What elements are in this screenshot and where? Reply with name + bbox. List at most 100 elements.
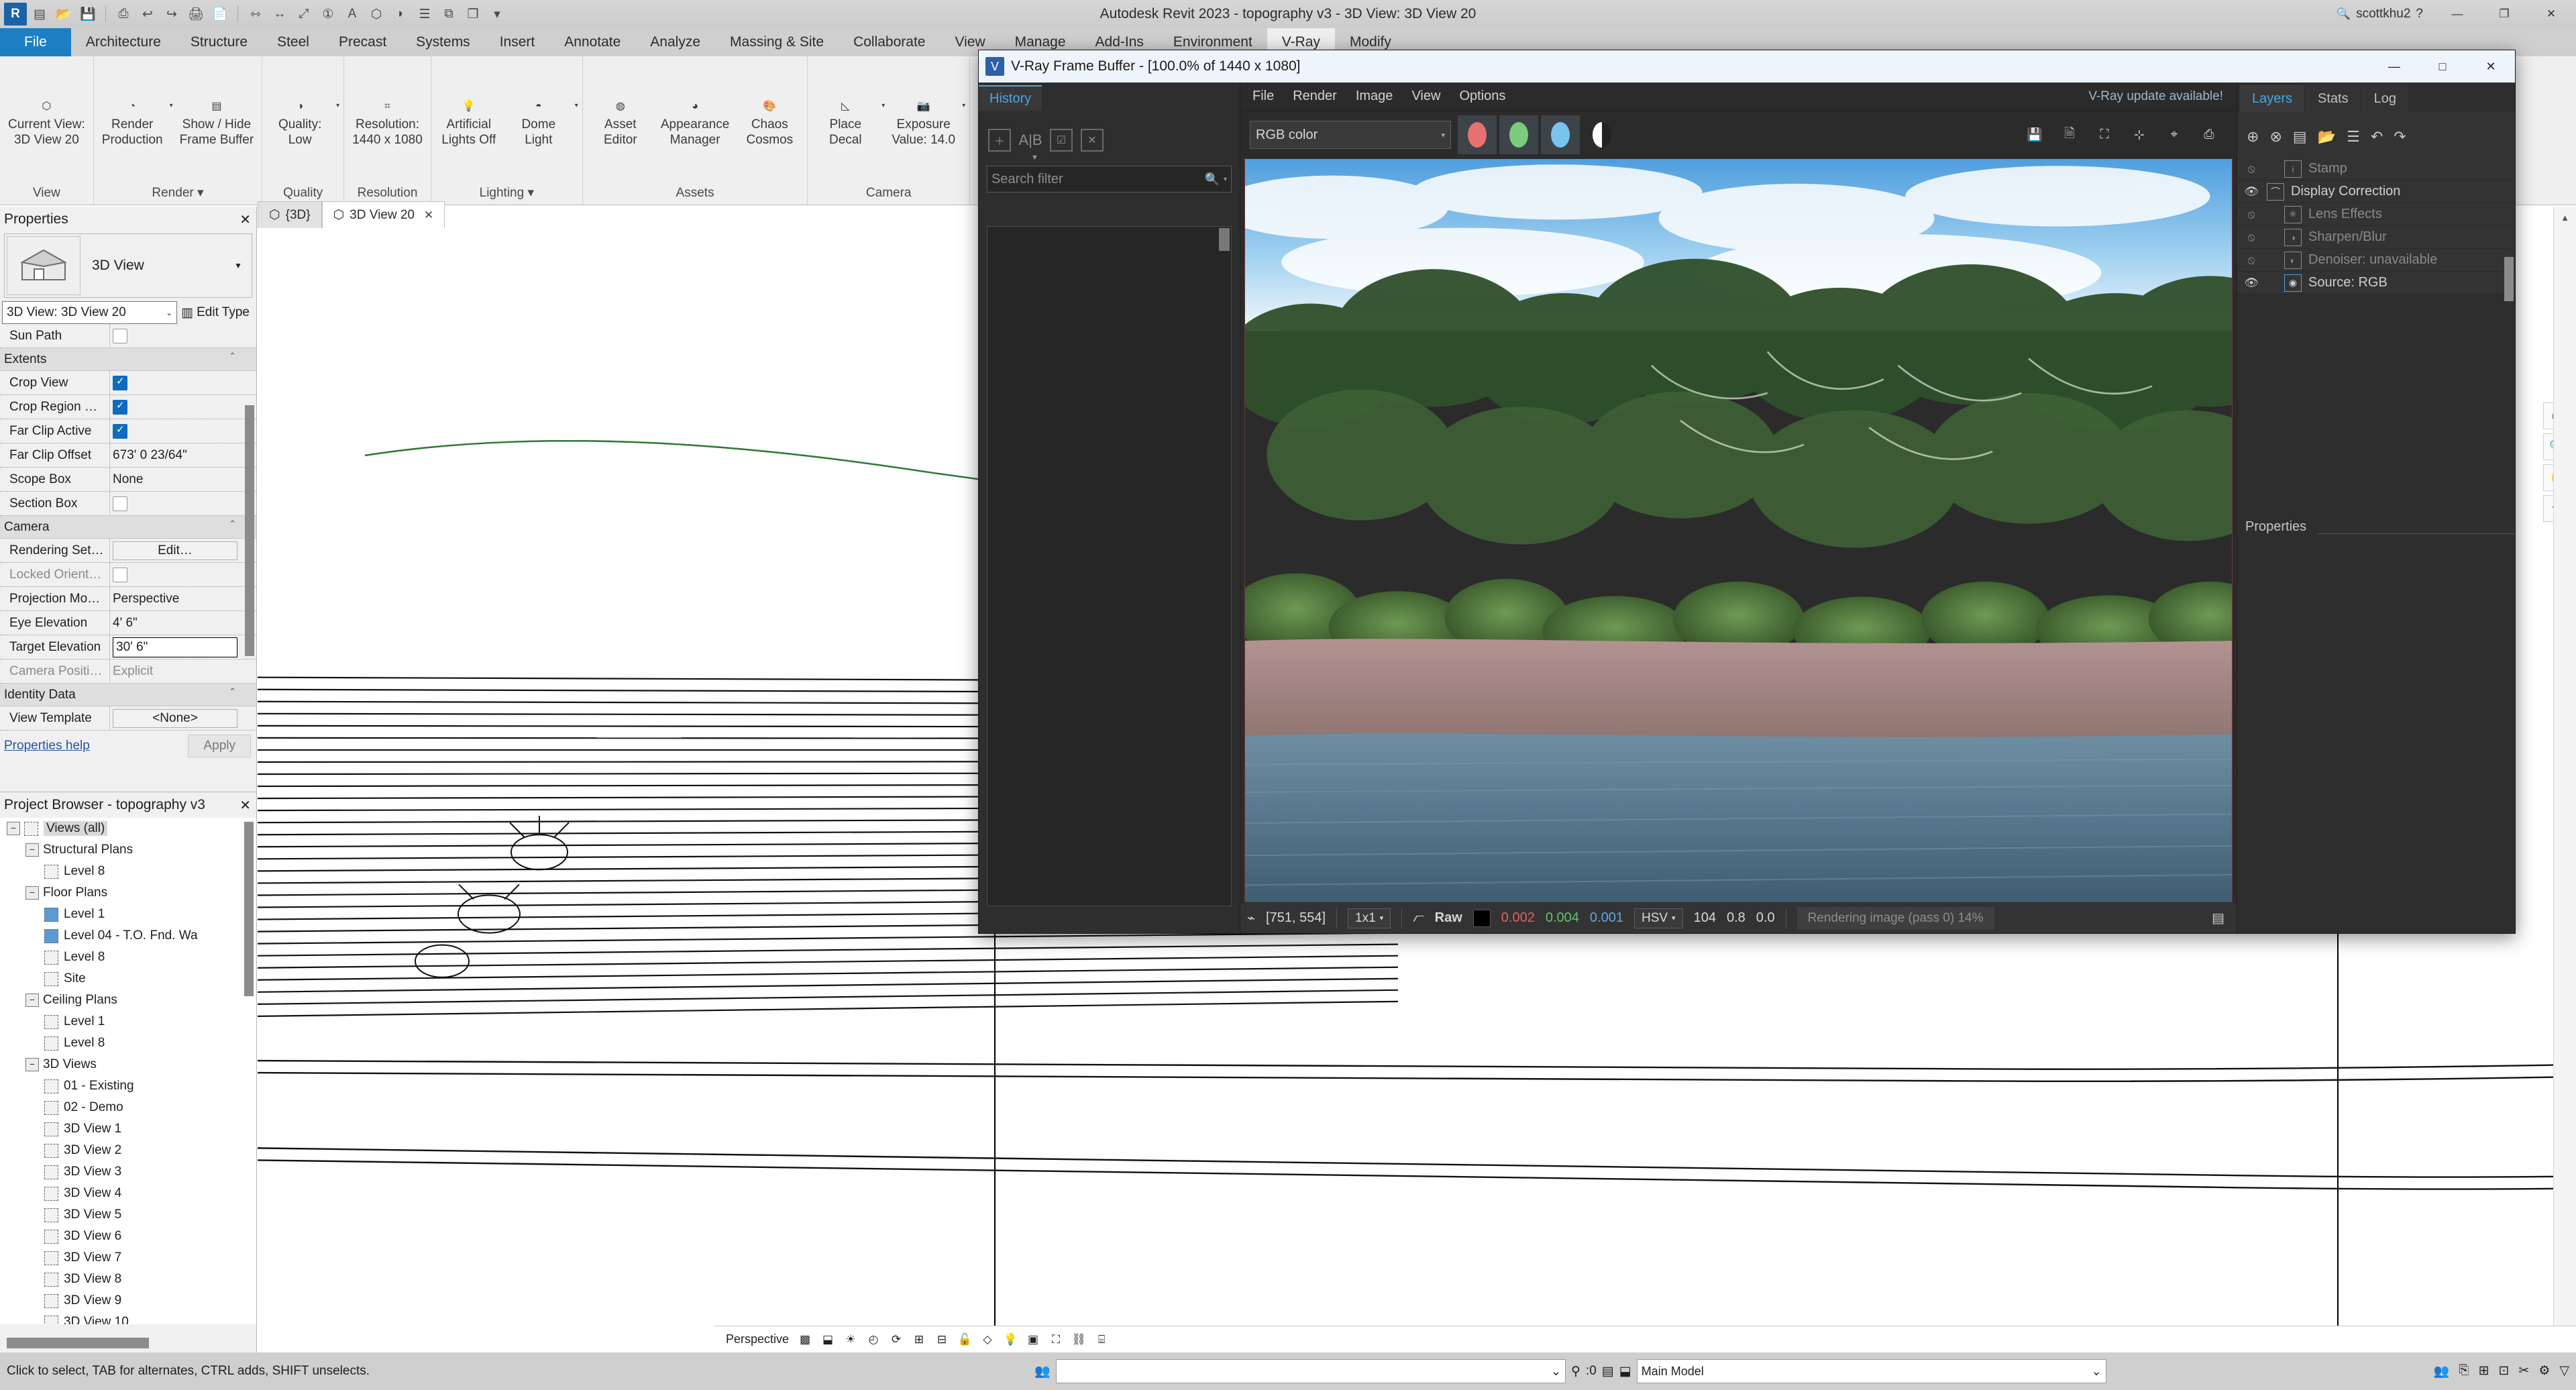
tree-node[interactable]: Level 04 - T.O. Fnd. Wa <box>0 925 256 947</box>
project-tree-scrollbar[interactable] <box>244 822 254 996</box>
properties-scrollbar[interactable] <box>245 405 254 656</box>
project-tree-hscrollbar[interactable] <box>7 1338 149 1348</box>
workset-combo[interactable]: ⌄ <box>1056 1359 1566 1383</box>
tree-node[interactable]: Level 1 <box>0 1011 256 1032</box>
tree-node[interactable]: 3D View 2 <box>0 1140 256 1161</box>
vfb-status-bar[interactable]: ⌁ [751, 554] 1x1 ▾ ⦧ Raw 0.002 0.004 0.0… <box>1240 902 2237 933</box>
project-browser-palette[interactable]: Project Browser - topography v3 ✕ −Views… <box>0 792 257 1355</box>
analytical-model-icon[interactable]: ⛶ <box>1046 1331 1065 1348</box>
tree-node[interactable]: Level 8 <box>0 947 256 968</box>
eye-hidden-icon[interactable]: ⦸ <box>2243 162 2260 176</box>
layer-row[interactable]: ⦸iStamp <box>2237 158 2515 180</box>
section-icon[interactable]: ◗ <box>389 3 412 25</box>
history-list[interactable] <box>987 226 1232 906</box>
property-value[interactable] <box>109 419 256 443</box>
tree-node[interactable]: −Floor Plans <box>0 882 256 904</box>
asset-editor-button[interactable]: ◍Asset Editor <box>586 60 655 150</box>
property-button[interactable]: <None> <box>113 709 237 728</box>
filter-icon[interactable]: ▽ <box>2559 1363 2569 1379</box>
property-value[interactable]: Edit… <box>109 539 256 563</box>
tag-icon[interactable]: ⤢ <box>292 3 315 25</box>
infocenter-search[interactable]: 🔍 scottkhu2 ? <box>2337 7 2423 21</box>
sample-size-selector[interactable]: 1x1 ▾ <box>1348 908 1391 928</box>
eye-hidden-icon[interactable]: ⦸ <box>2243 208 2260 221</box>
checkbox[interactable] <box>113 400 127 415</box>
add-layer-icon[interactable]: ⊕ <box>2247 128 2259 146</box>
color-curve-icon[interactable]: ⦧ <box>1413 910 1424 926</box>
eye-hidden-icon[interactable]: ⦸ <box>2243 231 2260 244</box>
property-value[interactable]: Explicit <box>109 659 256 684</box>
checkbox[interactable] <box>113 424 127 439</box>
save-all-channels-icon[interactable]: 🗎 <box>2058 125 2081 145</box>
tree-node[interactable]: 3D View 5 <box>0 1204 256 1226</box>
temporary-view-properties-icon[interactable]: ▣ <box>1024 1331 1042 1348</box>
open-icon[interactable]: 📂 <box>52 3 75 25</box>
eye-hidden-icon[interactable]: ⦸ <box>2243 254 2260 267</box>
dome-light-button[interactable]: ◓Dome Light <box>504 60 574 150</box>
delete-history-icon[interactable]: ✕ <box>1081 129 1104 152</box>
vfb-menu-bar[interactable]: FileRenderImageViewOptionsV-Ray update a… <box>1240 83 2237 111</box>
rendered-image[interactable] <box>1244 159 2233 902</box>
aligned-dimension-icon[interactable]: ↔ <box>268 3 291 25</box>
property-value[interactable]: Perspective <box>109 587 256 611</box>
search-icon[interactable]: 🔍 <box>1205 172 1220 186</box>
region-render-icon[interactable]: ⛶ <box>2093 125 2116 145</box>
place-decal-button[interactable]: ◺Place Decal <box>810 60 880 150</box>
chevron-down-icon[interactable]: ▼ <box>1031 154 1240 162</box>
text-icon[interactable]: A <box>341 3 364 25</box>
new-project-icon[interactable]: ▤ <box>28 3 51 25</box>
view-control-bar[interactable]: Perspective ▩⬓☀◴⟳⊞⊟🔓◇💡▣⛶⛓⌸ <box>714 1326 2576 1352</box>
scroll-up-arrow[interactable]: ▲ <box>2554 207 2576 228</box>
select-history-icon[interactable]: ☑ <box>1050 129 1073 152</box>
vfb-minimize-button[interactable]: — <box>2370 50 2418 83</box>
ribbon-tab-massing-site[interactable]: Massing & Site <box>715 28 839 56</box>
vfb-menu-render[interactable]: Render <box>1293 89 1337 104</box>
property-value[interactable] <box>109 395 256 419</box>
property-value[interactable]: 30' 6" <box>109 635 256 659</box>
tree-node[interactable]: 3D View 6 <box>0 1226 256 1247</box>
expand-collapse-icon[interactable]: − <box>7 822 20 835</box>
apply-button[interactable]: Apply <box>188 735 251 757</box>
stamp-icon[interactable]: ⎙ <box>2198 125 2220 145</box>
tree-node[interactable]: 3D View 9 <box>0 1290 256 1312</box>
quick-access-toolbar[interactable]: R▤📂💾⎙↩↪🖨📄⇿↔⤢①A⬡◗☰⧉❐▾ <box>0 0 508 28</box>
ribbon-tab-steel[interactable]: Steel <box>262 28 324 56</box>
follow-mouse-icon[interactable]: ⊹ <box>2128 125 2151 145</box>
chevron-down-icon[interactable]: ▾ <box>336 102 339 109</box>
tree-node[interactable]: 01 - Existing <box>0 1075 256 1097</box>
color-space-selector[interactable]: HSV ▾ <box>1634 908 1683 928</box>
measure-icon[interactable]: ⇿ <box>244 3 267 25</box>
checkbox[interactable] <box>113 568 127 582</box>
ribbon-tab-architecture[interactable]: Architecture <box>71 28 176 56</box>
channel-selector[interactable]: RGB color ▾ <box>1250 121 1451 149</box>
select-links-icon[interactable]: ⚙ <box>2538 1363 2550 1379</box>
properties-palette[interactable]: Properties ✕ 3D View ▼ 3D View: 3D View … <box>0 207 257 792</box>
blue-channel-button[interactable] <box>1541 115 1580 154</box>
close-hidden-windows-icon[interactable]: ⧉ <box>437 3 460 25</box>
design-option-combo[interactable]: Main Model ⌄ <box>1637 1359 2106 1383</box>
history-search-input[interactable]: Search filter 🔍 ▾ <box>987 166 1232 193</box>
visual-style-icon[interactable]: ⬓ <box>818 1331 837 1348</box>
vfb-title-bar[interactable]: V V-Ray Frame Buffer - [100.0% of 1440 x… <box>979 50 2515 83</box>
layer-presets-icon[interactable]: ☰ <box>2347 128 2360 146</box>
tree-node[interactable]: −Structural Plans <box>0 839 256 861</box>
tree-node[interactable]: 3D View 1 <box>0 1118 256 1140</box>
property-value[interactable] <box>109 371 256 395</box>
properties-rows[interactable]: Sun PathExtents⌃Crop ViewCrop Region …Fa… <box>0 324 256 731</box>
vfb-toolbar[interactable]: RGB color ▾ 💾🗎⛶⊹⌖⎙ <box>1240 111 2237 159</box>
edit-type-button[interactable]: ▥ Edit Type <box>177 305 254 321</box>
shadows-off-icon[interactable]: ◴ <box>864 1331 883 1348</box>
tree-node[interactable]: 3D View 8 <box>0 1269 256 1290</box>
maximize-button[interactable]: ❐ <box>2482 0 2526 28</box>
chevron-down-icon[interactable]: ▾ <box>1224 176 1227 183</box>
checkbox[interactable] <box>113 376 127 390</box>
eye-visible-icon[interactable]: 👁 <box>2243 276 2260 290</box>
current-view-button[interactable]: ⬡Current View: 3D View 20 <box>3 60 91 150</box>
property-value[interactable]: None <box>109 468 256 492</box>
ribbon-tab-file[interactable]: File <box>0 28 71 56</box>
show-crop-region-icon[interactable]: ⊟ <box>932 1331 951 1348</box>
tree-node[interactable]: 3D View 7 <box>0 1247 256 1269</box>
color-mode-label[interactable]: Raw <box>1435 910 1462 926</box>
view-control-icons[interactable]: ▩⬓☀◴⟳⊞⊟🔓◇💡▣⛶⛓⌸ <box>796 1331 1111 1348</box>
close-icon[interactable]: ✕ <box>424 209 433 222</box>
